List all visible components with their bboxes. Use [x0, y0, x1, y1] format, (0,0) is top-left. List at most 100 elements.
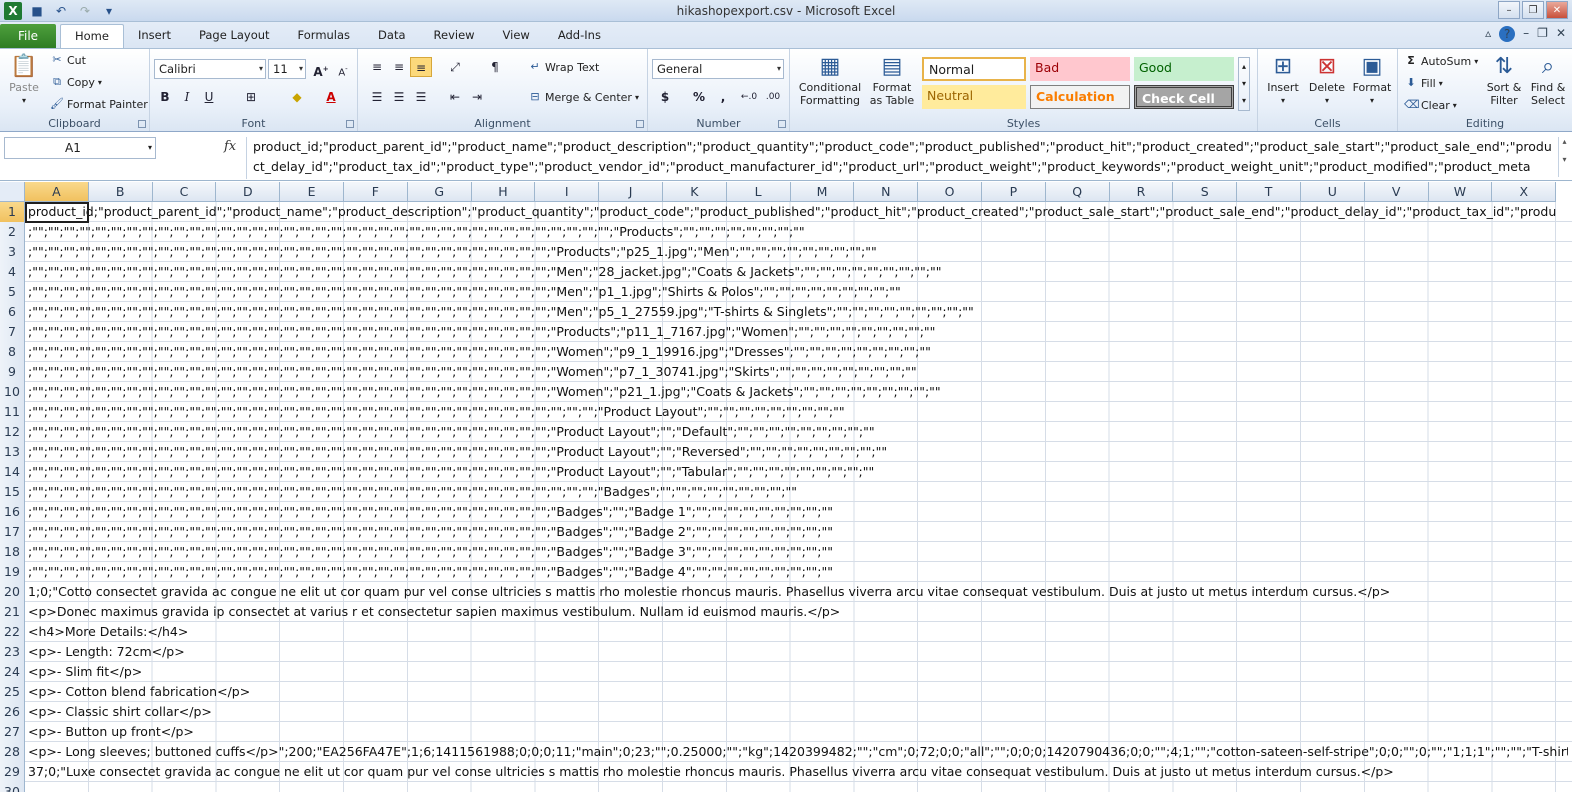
fill-color-icon[interactable]: ◆ [286, 87, 308, 107]
cell-content[interactable]: ;"";"";"";"";"";"";"";"";"";"";"";"";"";… [28, 342, 1568, 362]
grow-font-icon[interactable]: A+ [310, 59, 332, 79]
borders-icon[interactable]: ⊞ [240, 87, 262, 107]
paste-button[interactable]: 📋 Paste ▾ [4, 53, 44, 107]
tab-insert[interactable]: Insert [124, 24, 185, 48]
row-header[interactable]: 14 [0, 462, 25, 482]
align-right-icon[interactable]: ☰ [410, 87, 432, 107]
row-header[interactable]: 25 [0, 682, 25, 702]
format-as-table-button[interactable]: ▤ Format as Table [866, 53, 918, 107]
column-header[interactable]: C [152, 182, 217, 202]
cell-content[interactable]: <p>- Classic shirt collar</p> [28, 702, 1568, 722]
row-header[interactable]: 6 [0, 302, 25, 322]
column-header[interactable]: E [280, 182, 344, 202]
column-header[interactable]: O [918, 182, 982, 202]
cell-content[interactable]: <p>- Button up front</p> [28, 722, 1568, 742]
orientation-icon[interactable]: ⤢ [444, 57, 466, 77]
insert-cells-button[interactable]: ⊞ Insert ▾ [1262, 53, 1304, 107]
column-header[interactable]: R [1109, 182, 1174, 202]
row-header[interactable]: 13 [0, 442, 25, 462]
tab-home[interactable]: Home [60, 24, 124, 48]
column-header[interactable]: V [1364, 182, 1429, 202]
tab-view[interactable]: View [489, 24, 544, 48]
row-header[interactable]: 2 [0, 222, 25, 242]
restore-button[interactable]: ❐ [1522, 1, 1544, 19]
italic-icon[interactable]: I [176, 87, 198, 107]
cell-content[interactable]: ;"";"";"";"";"";"";"";"";"";"";"";"";"";… [28, 222, 1568, 242]
row-header[interactable]: 26 [0, 702, 25, 722]
cell-content[interactable] [28, 782, 1568, 792]
cell-content[interactable]: ;"";"";"";"";"";"";"";"";"";"";"";"";"";… [28, 502, 1568, 522]
minimize-button[interactable]: – [1498, 1, 1520, 19]
format-painter-button[interactable]: 🖌 Format Painter [50, 97, 148, 111]
row-header[interactable]: 22 [0, 622, 25, 642]
cell-content[interactable]: ;"";"";"";"";"";"";"";"";"";"";"";"";"";… [28, 542, 1568, 562]
column-header[interactable]: N [854, 182, 919, 202]
row-header[interactable]: 1 [0, 202, 25, 222]
row-header[interactable]: 3 [0, 242, 25, 262]
text-direction-icon[interactable]: ¶ [484, 57, 506, 77]
style-calculation[interactable]: Calculation [1030, 85, 1130, 109]
cell-content[interactable]: ;"";"";"";"";"";"";"";"";"";"";"";"";"";… [28, 402, 1568, 422]
comma-icon[interactable]: , [712, 87, 734, 107]
fill-button[interactable]: ⬇ Fill ▾ [1404, 76, 1442, 90]
column-header[interactable]: D [216, 182, 281, 202]
cell-content[interactable]: <p>- Long sleeves; buttoned cuffs</p>";2… [28, 742, 1568, 762]
style-bad[interactable]: Bad [1030, 57, 1130, 81]
row-header[interactable]: 10 [0, 382, 25, 402]
row-header[interactable]: 11 [0, 402, 25, 422]
help-icon[interactable]: ? [1499, 26, 1516, 42]
workbook-restore-icon[interactable]: ❐ [1537, 26, 1548, 42]
style-good[interactable]: Good [1134, 57, 1234, 81]
style-normal[interactable]: Normal [922, 57, 1026, 81]
percent-icon[interactable]: % [688, 87, 710, 107]
row-header[interactable]: 23 [0, 642, 25, 662]
increase-indent-icon[interactable]: ⇥ [466, 87, 488, 107]
row-header[interactable]: 30 [0, 782, 25, 792]
row-header[interactable]: 29 [0, 762, 25, 782]
copy-button[interactable]: ⧉ Copy ▾ [50, 75, 102, 89]
font-color-icon[interactable]: A [320, 87, 342, 107]
column-header[interactable]: M [790, 182, 855, 202]
tab-formulas[interactable]: Formulas [284, 24, 365, 48]
cell-content[interactable]: 37;0;"Luxe consectet gravida ac congue n… [28, 762, 1568, 782]
column-header[interactable]: H [471, 182, 536, 202]
style-check-cell[interactable]: Check Cell [1134, 85, 1234, 109]
cell-content[interactable]: ;"";"";"";"";"";"";"";"";"";"";"";"";"";… [28, 522, 1568, 542]
formula-input[interactable]: product_id;"product_parent_id";"product_… [246, 137, 1558, 179]
column-header[interactable]: A [25, 182, 89, 202]
cell-content[interactable]: ;"";"";"";"";"";"";"";"";"";"";"";"";"";… [28, 482, 1568, 502]
clipboard-launcher[interactable] [138, 120, 146, 128]
row-header[interactable]: 17 [0, 522, 25, 542]
cell-content[interactable]: ;"";"";"";"";"";"";"";"";"";"";"";"";"";… [28, 362, 1568, 382]
cell-content[interactable]: ;"";"";"";"";"";"";"";"";"";"";"";"";"";… [28, 562, 1568, 582]
column-header[interactable]: G [407, 182, 472, 202]
cell-content[interactable]: ;"";"";"";"";"";"";"";"";"";"";"";"";"";… [28, 302, 1568, 322]
align-left-icon[interactable]: ☰ [366, 87, 388, 107]
cell-content[interactable]: ;"";"";"";"";"";"";"";"";"";"";"";"";"";… [28, 282, 1568, 302]
column-header[interactable]: U [1300, 182, 1365, 202]
cell-content[interactable]: ;"";"";"";"";"";"";"";"";"";"";"";"";"";… [28, 322, 1568, 342]
alignment-launcher[interactable] [636, 120, 644, 128]
row-header[interactable]: 12 [0, 422, 25, 442]
font-name-combo[interactable]: Calibri ▾ [154, 59, 266, 79]
close-button[interactable]: ✕ [1546, 1, 1568, 19]
number-format-combo[interactable]: General ▾ [652, 59, 784, 79]
align-bottom-icon[interactable]: ≡ [410, 57, 432, 77]
cell-content[interactable]: <p>- Cotton blend fabrication</p> [28, 682, 1568, 702]
cell-content[interactable]: <p>- Length: 72cm</p> [28, 642, 1568, 662]
tab-review[interactable]: Review [420, 24, 489, 48]
column-header[interactable]: P [981, 182, 1046, 202]
name-box[interactable]: A1 ▾ [4, 137, 156, 159]
number-launcher[interactable] [778, 120, 786, 128]
select-all-corner[interactable] [0, 182, 25, 202]
increase-decimal-icon[interactable]: ←.0 [738, 87, 760, 107]
row-header[interactable]: 24 [0, 662, 25, 682]
row-header[interactable]: 5 [0, 282, 25, 302]
row-header[interactable]: 19 [0, 562, 25, 582]
decrease-decimal-icon[interactable]: .00 [762, 87, 784, 107]
align-middle-icon[interactable]: ≡ [388, 57, 410, 77]
underline-icon[interactable]: U [198, 87, 220, 107]
minimize-ribbon-icon[interactable]: ▵ [1485, 26, 1491, 42]
cell-content[interactable]: ;"";"";"";"";"";"";"";"";"";"";"";"";"";… [28, 442, 1568, 462]
column-header[interactable]: J [599, 182, 663, 202]
